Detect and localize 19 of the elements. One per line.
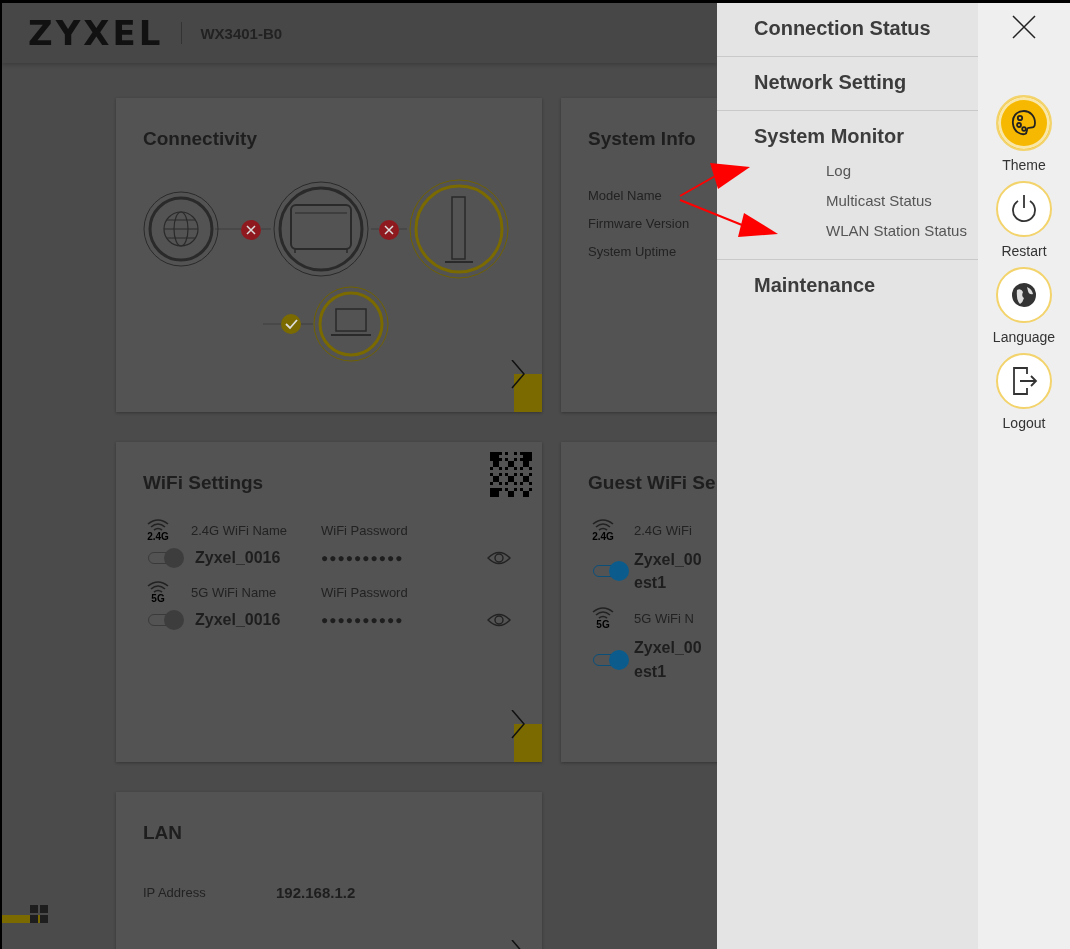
password-dots: ●●●●●●●●●● bbox=[321, 551, 405, 565]
palette-icon bbox=[1009, 108, 1039, 138]
eye-icon[interactable] bbox=[487, 550, 511, 566]
globe-icon bbox=[1011, 282, 1037, 308]
menu-item[interactable]: Network Setting bbox=[754, 71, 978, 94]
eye-icon[interactable] bbox=[487, 612, 511, 628]
submenu-item[interactable]: Multicast Status bbox=[826, 192, 978, 209]
submenu-item[interactable]: Log bbox=[826, 162, 978, 179]
password-dots: ●●●●●●●●●● bbox=[321, 613, 405, 627]
next-button[interactable] bbox=[510, 710, 542, 762]
menu-item[interactable]: System Monitor bbox=[754, 125, 978, 148]
power-icon bbox=[1009, 193, 1039, 225]
next-button[interactable] bbox=[510, 360, 542, 412]
menu-item[interactable]: Maintenance bbox=[754, 274, 978, 297]
menu-item[interactable]: Connection Status bbox=[754, 17, 978, 40]
close-icon[interactable] bbox=[1012, 15, 1036, 39]
submenu-item[interactable]: WLAN Station Status bbox=[826, 222, 978, 239]
qr-code-icon bbox=[490, 452, 532, 497]
annotation-arrow bbox=[679, 163, 750, 197]
